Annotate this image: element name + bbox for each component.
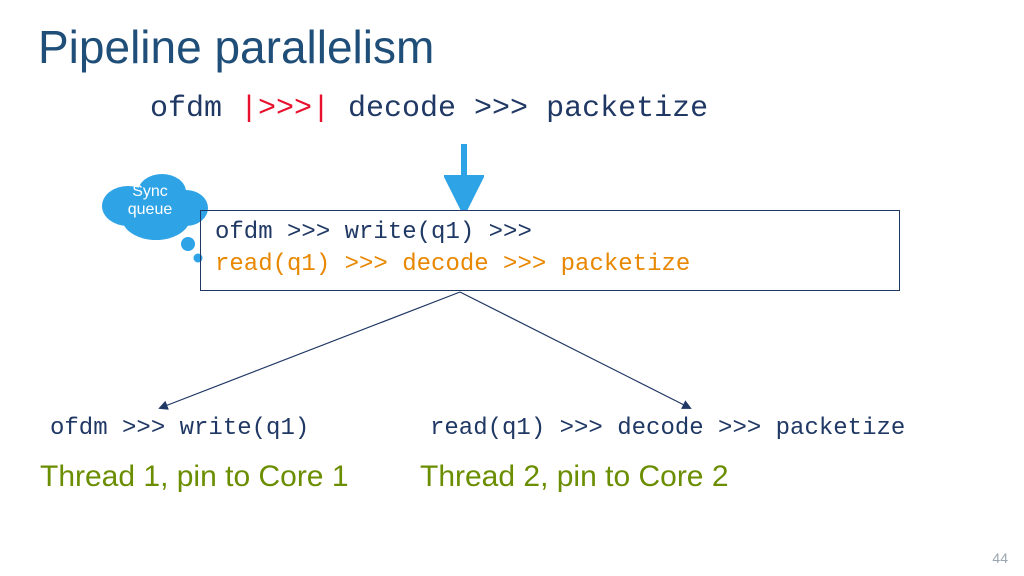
page-number: 44: [992, 550, 1008, 566]
thread2-label: Thread 2, pin to Core 2: [420, 460, 729, 494]
thread1-label: Thread 1, pin to Core 1: [40, 460, 349, 494]
expanded-code-box: ofdm >>> write(q1) >>> read(q1) >>> deco…: [200, 210, 900, 291]
codebox-line2: read(q1) >>> decode >>> packetize: [215, 249, 885, 281]
thread2-code: read(q1) >>> decode >>> packetize: [430, 415, 905, 442]
slide-root: Pipeline parallelism ofdm |>>>| decode >…: [0, 0, 1024, 576]
code-seg-ofdm: ofdm: [150, 92, 240, 126]
code-seg-pipe-op: |>>>|: [240, 92, 330, 126]
top-pipeline-code: ofdm |>>>| decode >>> packetize: [150, 92, 708, 126]
fork-arrows-icon: [80, 290, 880, 420]
cloud-label: Syncqueue: [90, 166, 210, 236]
thread1-code: ofdm >>> write(q1): [50, 415, 309, 442]
sync-queue-cloud: Syncqueue: [90, 166, 210, 266]
slide-title: Pipeline parallelism: [38, 20, 434, 74]
arrow-down-icon: [444, 140, 484, 210]
codebox-line1: ofdm >>> write(q1) >>>: [215, 217, 885, 249]
code-seg-rest: decode >>> packetize: [330, 92, 708, 126]
